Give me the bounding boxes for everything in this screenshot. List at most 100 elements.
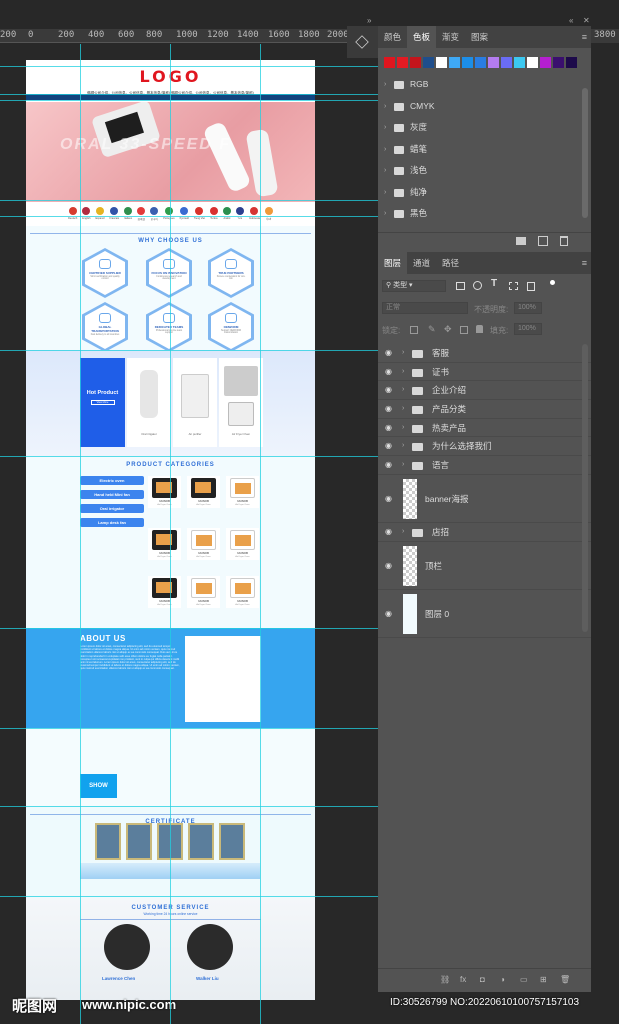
- product-card[interactable]: Air Fryer Oven: [219, 358, 263, 447]
- chevron-right-icon[interactable]: ›: [384, 139, 386, 161]
- color-swatch[interactable]: [475, 57, 486, 68]
- shape-filter-icon[interactable]: [509, 282, 518, 290]
- guide-horizontal[interactable]: [0, 216, 378, 217]
- color-swatch[interactable]: [553, 57, 564, 68]
- trash-icon[interactable]: [560, 236, 568, 246]
- layer-group[interactable]: ◉ › 热卖产品: [378, 419, 591, 438]
- color-swatch[interactable]: [423, 57, 434, 68]
- fx-icon[interactable]: fx: [460, 975, 466, 984]
- guide-horizontal[interactable]: [0, 628, 378, 629]
- color-swatch[interactable]: [410, 57, 421, 68]
- swatch-folder[interactable]: › 蜡笔: [378, 139, 591, 161]
- color-swatch[interactable]: [514, 57, 525, 68]
- chevron-right-icon[interactable]: ›: [384, 117, 386, 139]
- lock-all-icon[interactable]: [476, 325, 483, 333]
- eye-icon[interactable]: ◉: [385, 381, 392, 400]
- color-swatch[interactable]: [397, 57, 408, 68]
- chevron-right-icon[interactable]: ›: [402, 381, 404, 400]
- category-button[interactable]: Hand held Mini fan: [80, 490, 144, 499]
- color-swatch[interactable]: [501, 57, 512, 68]
- folder-icon[interactable]: ▭: [520, 975, 528, 984]
- chevron-right-icon[interactable]: ›: [402, 456, 404, 475]
- chevron-right-icon[interactable]: ›: [402, 344, 404, 363]
- eye-icon[interactable]: ◉: [385, 456, 392, 475]
- filter-select[interactable]: ⚲ 类型 ▾: [382, 280, 446, 292]
- chevron-right-icon[interactable]: ›: [402, 400, 404, 419]
- color-swatch[interactable]: [540, 57, 551, 68]
- color-swatch[interactable]: [436, 57, 447, 68]
- chevron-right-icon[interactable]: ›: [384, 74, 386, 96]
- chevron-right-icon[interactable]: ›: [384, 160, 386, 182]
- tab-2[interactable]: 路径: [436, 252, 465, 274]
- layer-item[interactable]: ◉ 图层 0: [378, 590, 591, 638]
- lock-move-icon[interactable]: ✥: [444, 324, 452, 335]
- agent-name[interactable]: Walker Liu: [196, 976, 219, 981]
- guide-horizontal[interactable]: [0, 806, 378, 807]
- swatch-folder[interactable]: › RGB: [378, 74, 591, 96]
- eye-icon[interactable]: ◉: [385, 344, 392, 363]
- tab-1[interactable]: 通道: [407, 252, 436, 274]
- product-card[interactable]: XAOMOB Air Fryer Oven: [148, 576, 181, 608]
- category-button[interactable]: Oral irrigator: [80, 504, 144, 513]
- view-more-button[interactable]: View More: [90, 400, 115, 405]
- color-swatch[interactable]: [384, 57, 395, 68]
- canvas-area[interactable]: LOGO 佛顺公司介绍，公司信息，公司信息，基本信息(简称) 佛顺公司介绍，公司…: [0, 44, 378, 1024]
- category-button[interactable]: Electric oven: [80, 476, 144, 485]
- mask-icon[interactable]: ◘: [480, 975, 485, 984]
- fill-input[interactable]: 100%: [514, 323, 542, 335]
- layers-scrollbar[interactable]: [582, 344, 588, 632]
- chevron-right-icon[interactable]: ›: [402, 523, 404, 542]
- smart-filter-icon[interactable]: [527, 282, 535, 291]
- close-icon[interactable]: ✕: [583, 16, 590, 25]
- expand-icon[interactable]: «: [569, 16, 573, 25]
- product-card[interactable]: XAOMOB Air Fryer Oven: [226, 576, 259, 608]
- collapse-icon[interactable]: »: [367, 16, 371, 25]
- link-icon[interactable]: ⛓: [440, 975, 450, 984]
- blend-mode-select[interactable]: 正常: [382, 302, 468, 314]
- guide-vertical[interactable]: [80, 44, 81, 1024]
- agent-name[interactable]: Lawrence Chen: [102, 976, 135, 981]
- trash-icon[interactable]: 🗑: [560, 975, 570, 984]
- tab-1[interactable]: 色板: [407, 26, 437, 48]
- tab-0[interactable]: 图层: [378, 252, 408, 274]
- chevron-right-icon[interactable]: ›: [384, 96, 386, 118]
- color-swatch[interactable]: [488, 57, 499, 68]
- filter-toggle-icon[interactable]: [550, 280, 555, 285]
- new-layer-icon[interactable]: ⊞: [540, 975, 547, 984]
- panel-menu-icon[interactable]: ≡: [582, 258, 587, 268]
- lock-artboard-icon[interactable]: [460, 326, 468, 334]
- guide-horizontal[interactable]: [0, 200, 378, 201]
- tab-0[interactable]: 颜色: [378, 26, 407, 48]
- color-swatch[interactable]: [462, 57, 473, 68]
- guide-horizontal[interactable]: [0, 456, 378, 457]
- swatches-scrollbar[interactable]: [582, 88, 588, 218]
- eye-icon[interactable]: ◉: [385, 475, 392, 523]
- guide-horizontal[interactable]: [0, 896, 378, 897]
- eye-icon[interactable]: ◉: [385, 437, 392, 456]
- image-filter-icon[interactable]: [456, 282, 465, 290]
- swatch-folder[interactable]: › 灰度: [378, 117, 591, 139]
- tab-3[interactable]: 图案: [465, 26, 494, 48]
- layer-group[interactable]: ◉ › 店招: [378, 523, 591, 542]
- horizontal-ruler[interactable]: 200 0 200 400 600 800 1000 1200 1400 1600 1800 2000: [0, 29, 349, 43]
- layer-item[interactable]: ◉ banner海报: [378, 475, 591, 523]
- guide-vertical[interactable]: [170, 44, 171, 1024]
- product-card[interactable]: XAOMOB Air Fryer Oven: [148, 528, 181, 560]
- chevron-right-icon[interactable]: ›: [402, 419, 404, 438]
- layer-group[interactable]: ◉ › 语言: [378, 456, 591, 475]
- layer-group[interactable]: ◉ › 为什么选择我们: [378, 437, 591, 457]
- type-filter-icon[interactable]: T: [491, 278, 497, 289]
- guide-horizontal[interactable]: [0, 728, 378, 729]
- lock-pixels-icon[interactable]: [410, 326, 418, 334]
- color-swatch[interactable]: [527, 57, 538, 68]
- eye-icon[interactable]: ◉: [385, 400, 392, 419]
- guide-horizontal[interactable]: [0, 100, 378, 101]
- add-icon[interactable]: [538, 236, 548, 246]
- panel-menu-icon[interactable]: ≡: [582, 32, 587, 42]
- chevron-right-icon[interactable]: ›: [384, 182, 386, 204]
- product-card[interactable]: XAOMOB Air Fryer Oven: [226, 528, 259, 560]
- layer-group[interactable]: ◉ › 产品分类: [378, 400, 591, 419]
- product-card[interactable]: Oral irrigator: [127, 358, 171, 447]
- guide-vertical[interactable]: [260, 44, 261, 1024]
- swatch-folder[interactable]: › 纯净: [378, 182, 591, 204]
